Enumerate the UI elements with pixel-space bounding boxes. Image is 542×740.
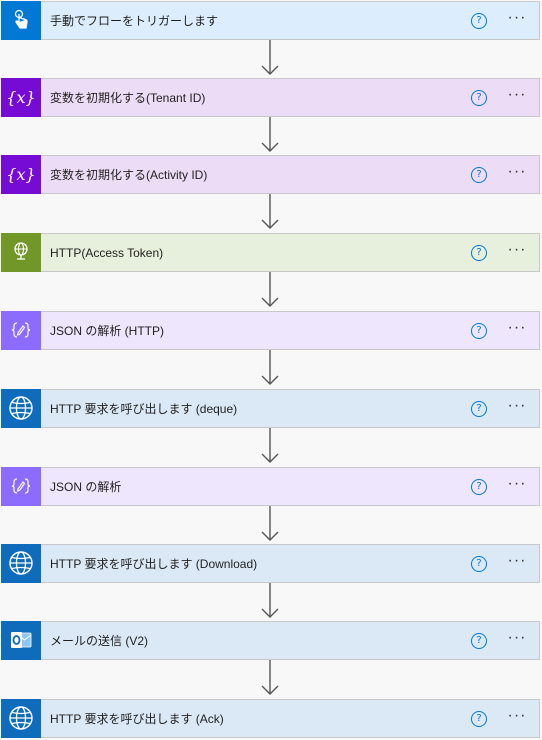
step-label: 変数を初期化する(Activity ID): [50, 168, 208, 182]
help-icon[interactable]: ?: [471, 632, 487, 649]
connector-arrow-icon: [261, 194, 279, 229]
help-icon[interactable]: ?: [471, 166, 487, 183]
step-card-send-email[interactable]: メールの送信 (V2) ? ···: [1, 620, 540, 660]
step-label: 手動でフローをトリガーします: [50, 14, 219, 28]
connector-arrow-icon: [261, 272, 279, 307]
connector-arrow-icon: [261, 40, 279, 75]
more-options-icon[interactable]: ···: [505, 86, 529, 106]
step-card-http-request-ack[interactable]: HTTP 要求を呼び出します (Ack) ? ···: [1, 698, 540, 738]
connector-arrow-icon: [261, 583, 279, 618]
help-icon[interactable]: ?: [471, 89, 487, 106]
step-label: JSON の解析: [50, 480, 122, 494]
step-label: HTTP 要求を呼び出します (Download): [50, 557, 258, 571]
more-options-icon[interactable]: ···: [505, 707, 529, 727]
http-globe-icon: [1, 232, 41, 272]
more-options-icon[interactable]: ···: [505, 163, 529, 183]
more-options-icon[interactable]: ···: [505, 552, 529, 572]
more-options-icon[interactable]: ···: [505, 9, 529, 29]
help-icon[interactable]: ?: [471, 478, 487, 495]
outlook-icon: [1, 620, 41, 660]
flow-canvas: 手動でフローをトリガーします ? ··· {𝑥} 変数を初期化する(Tenant…: [0, 0, 542, 740]
step-card-http-request-deque[interactable]: HTTP 要求を呼び出します (deque) ? ···: [1, 388, 540, 428]
connector-arrow-icon: [261, 350, 279, 385]
step-label: HTTP 要求を呼び出します (Ack): [50, 712, 224, 726]
connector-arrow-icon: [261, 506, 279, 541]
step-card-http-request-download[interactable]: HTTP 要求を呼び出します (Download) ? ···: [1, 543, 540, 583]
help-icon[interactable]: ?: [471, 555, 487, 572]
data-operation-icon: [1, 310, 41, 350]
help-icon[interactable]: ?: [471, 710, 487, 727]
step-label: メールの送信 (V2): [50, 634, 149, 648]
step-card-parse-json-http[interactable]: JSON の解析 (HTTP) ? ···: [1, 310, 540, 350]
more-options-icon[interactable]: ···: [505, 397, 529, 417]
step-card-manual-trigger[interactable]: 手動でフローをトリガーします ? ···: [1, 0, 540, 40]
http-request-icon: [1, 698, 41, 738]
data-operation-icon: [1, 466, 41, 506]
step-card-http-access-token[interactable]: HTTP(Access Token) ? ···: [1, 232, 540, 272]
help-icon[interactable]: ?: [471, 322, 487, 339]
connector-arrow-icon: [261, 117, 279, 152]
more-options-icon[interactable]: ···: [505, 319, 529, 339]
step-card-init-variable-activity[interactable]: {𝑥} 変数を初期化する(Activity ID) ? ···: [1, 154, 540, 194]
more-options-icon[interactable]: ···: [505, 241, 529, 261]
help-icon[interactable]: ?: [471, 400, 487, 417]
more-options-icon[interactable]: ···: [505, 475, 529, 495]
more-options-icon[interactable]: ···: [505, 629, 529, 649]
http-request-icon: [1, 543, 41, 583]
variable-icon: {𝑥}: [1, 77, 41, 117]
step-label: HTTP(Access Token): [50, 245, 164, 260]
step-label: 変数を初期化する(Tenant ID): [50, 91, 206, 105]
step-card-init-variable-tenant[interactable]: {𝑥} 変数を初期化する(Tenant ID) ? ···: [1, 77, 540, 117]
connector-arrow-icon: [261, 660, 279, 695]
help-icon[interactable]: ?: [471, 244, 487, 261]
help-icon[interactable]: ?: [471, 12, 487, 29]
variable-icon: {𝑥}: [1, 154, 41, 194]
step-label: JSON の解析 (HTTP): [50, 324, 164, 338]
step-card-parse-json[interactable]: JSON の解析 ? ···: [1, 466, 540, 506]
http-request-icon: [1, 388, 41, 428]
connector-arrow-icon: [261, 428, 279, 463]
step-label: HTTP 要求を呼び出します (deque): [50, 402, 238, 416]
touch-trigger-icon: [1, 0, 41, 40]
